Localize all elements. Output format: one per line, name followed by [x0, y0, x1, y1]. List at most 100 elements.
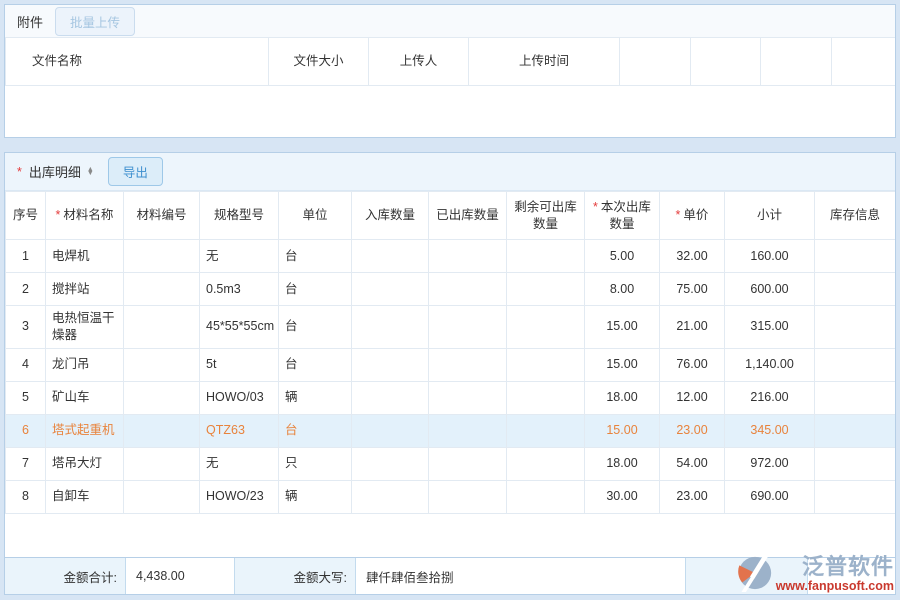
cell-unit: 台 — [279, 348, 352, 381]
cell-subtotal: 160.00 — [725, 240, 815, 273]
cell-remain_qty — [507, 480, 585, 513]
detail-col-name: *材料名称 — [46, 192, 124, 240]
detail-header-row: 序号*材料名称材料编号规格型号单位入库数量已出库数量剩余可出库数量*本次出库数量… — [6, 192, 896, 240]
spinner-down-icon[interactable]: ▼ — [87, 172, 94, 176]
cell-price: 23.00 — [660, 414, 725, 447]
detail-col-label: 材料编号 — [136, 208, 186, 222]
export-button[interactable]: 导出 — [108, 157, 163, 186]
spinner-control[interactable]: ▲ ▼ — [87, 168, 94, 176]
detail-col-label: 小计 — [757, 208, 782, 222]
cell-stock — [815, 414, 896, 447]
cell-price: 21.00 — [660, 306, 725, 349]
cell-out_qty — [429, 414, 507, 447]
required-asterisk: * — [676, 208, 681, 222]
cell-spec: QTZ63 — [200, 414, 279, 447]
cell-code — [124, 381, 200, 414]
attachment-table: 文件名称文件大小上传人上传时间 — [5, 37, 896, 86]
cell-cur_qty: 15.00 — [585, 306, 660, 349]
cell-stock — [815, 480, 896, 513]
cell-price: 76.00 — [660, 348, 725, 381]
detail-col-label: 单价 — [683, 208, 708, 222]
cell-remain_qty — [507, 348, 585, 381]
page: 附件 批量上传 文件名称文件大小上传人上传时间 * 出库明细 ▲ ▼ 导出 — [0, 0, 900, 600]
cell-code — [124, 414, 200, 447]
attachment-col-header: 上传时间 — [469, 38, 620, 86]
cell-code — [124, 240, 200, 273]
cell-spec: 0.5m3 — [200, 273, 279, 306]
cell-out_qty — [429, 273, 507, 306]
required-asterisk: * — [17, 165, 22, 179]
table-row[interactable]: 4龙门吊5t台15.0076.001,140.00 — [6, 348, 896, 381]
cell-subtotal: 315.00 — [725, 306, 815, 349]
table-row[interactable]: 8自卸车HOWO/23辆30.0023.00690.00 — [6, 480, 896, 513]
cell-cur_qty: 18.00 — [585, 447, 660, 480]
cell-in_qty — [352, 306, 429, 349]
attachment-title: 附件 — [17, 12, 43, 31]
cell-no: 6 — [6, 414, 46, 447]
table-row[interactable]: 7塔吊大灯无只18.0054.00972.00 — [6, 447, 896, 480]
cell-cur_qty: 18.00 — [585, 381, 660, 414]
cell-code — [124, 480, 200, 513]
detail-col-label: 剩余可出库数量 — [514, 200, 577, 231]
cell-no: 2 — [6, 273, 46, 306]
detail-col-label: 库存信息 — [830, 208, 880, 222]
cell-out_qty — [429, 306, 507, 349]
cell-remain_qty — [507, 240, 585, 273]
cell-stock — [815, 306, 896, 349]
cell-name: 搅拌站 — [46, 273, 124, 306]
attachment-col-header: 文件大小 — [269, 38, 369, 86]
detail-title: 出库明细 — [29, 162, 81, 181]
detail-col-stock: 库存信息 — [815, 192, 896, 240]
cell-stock — [815, 273, 896, 306]
attachment-col-header: 文件名称 — [6, 38, 269, 86]
batch-upload-button[interactable]: 批量上传 — [55, 7, 135, 36]
cell-in_qty — [352, 414, 429, 447]
cell-remain_qty — [507, 381, 585, 414]
cell-in_qty — [352, 447, 429, 480]
detail-col-label: 序号 — [13, 208, 38, 222]
amount-in-words-value: 肆仟肆佰叁拾捌 — [355, 558, 686, 594]
attachment-col-header: 上传人 — [369, 38, 469, 86]
cell-in_qty — [352, 381, 429, 414]
table-row[interactable]: 5矿山车HOWO/03辆18.0012.00216.00 — [6, 381, 896, 414]
cell-no: 7 — [6, 447, 46, 480]
cell-unit: 台 — [279, 414, 352, 447]
cell-unit: 台 — [279, 273, 352, 306]
table-row[interactable]: 1电焊机无台5.0032.00160.00 — [6, 240, 896, 273]
detail-col-label: 入库数量 — [365, 208, 415, 222]
cell-no: 8 — [6, 480, 46, 513]
total-amount-value: 4,438.00 — [125, 558, 235, 594]
attachment-panel: 附件 批量上传 文件名称文件大小上传人上传时间 — [4, 4, 896, 138]
detail-col-price: *单价 — [660, 192, 725, 240]
cell-out_qty — [429, 381, 507, 414]
cell-spec: 45*55*55cm — [200, 306, 279, 349]
cell-cur_qty: 30.00 — [585, 480, 660, 513]
detail-col-code: 材料编号 — [124, 192, 200, 240]
cell-out_qty — [429, 447, 507, 480]
cell-price: 23.00 — [660, 480, 725, 513]
cell-stock — [815, 381, 896, 414]
cell-remain_qty — [507, 447, 585, 480]
cell-spec: 5t — [200, 348, 279, 381]
table-row[interactable]: 6塔式起重机QTZ63台15.0023.00345.00 — [6, 414, 896, 447]
cell-stock — [815, 447, 896, 480]
cell-name: 塔吊大灯 — [46, 447, 124, 480]
cell-code — [124, 306, 200, 349]
detail-col-label: 单位 — [302, 208, 327, 222]
table-row[interactable]: 2搅拌站0.5m3台8.0075.00600.00 — [6, 273, 896, 306]
detail-col-spec: 规格型号 — [200, 192, 279, 240]
cell-in_qty — [352, 348, 429, 381]
cell-cur_qty: 5.00 — [585, 240, 660, 273]
cell-cur_qty: 8.00 — [585, 273, 660, 306]
cell-name: 自卸车 — [46, 480, 124, 513]
attachment-col-header — [761, 38, 832, 86]
table-row[interactable]: 3电热恒温干燥器45*55*55cm台15.0021.00315.00 — [6, 306, 896, 349]
cell-code — [124, 447, 200, 480]
cell-spec: 无 — [200, 447, 279, 480]
cell-in_qty — [352, 240, 429, 273]
cell-unit: 只 — [279, 447, 352, 480]
detail-panel: * 出库明细 ▲ ▼ 导出 序号*材料名称材料编号规格型号单位入库数量已出库数量… — [4, 152, 896, 595]
amount-in-words-label: 金额大写: — [235, 558, 355, 594]
cell-unit: 辆 — [279, 480, 352, 513]
cell-remain_qty — [507, 414, 585, 447]
